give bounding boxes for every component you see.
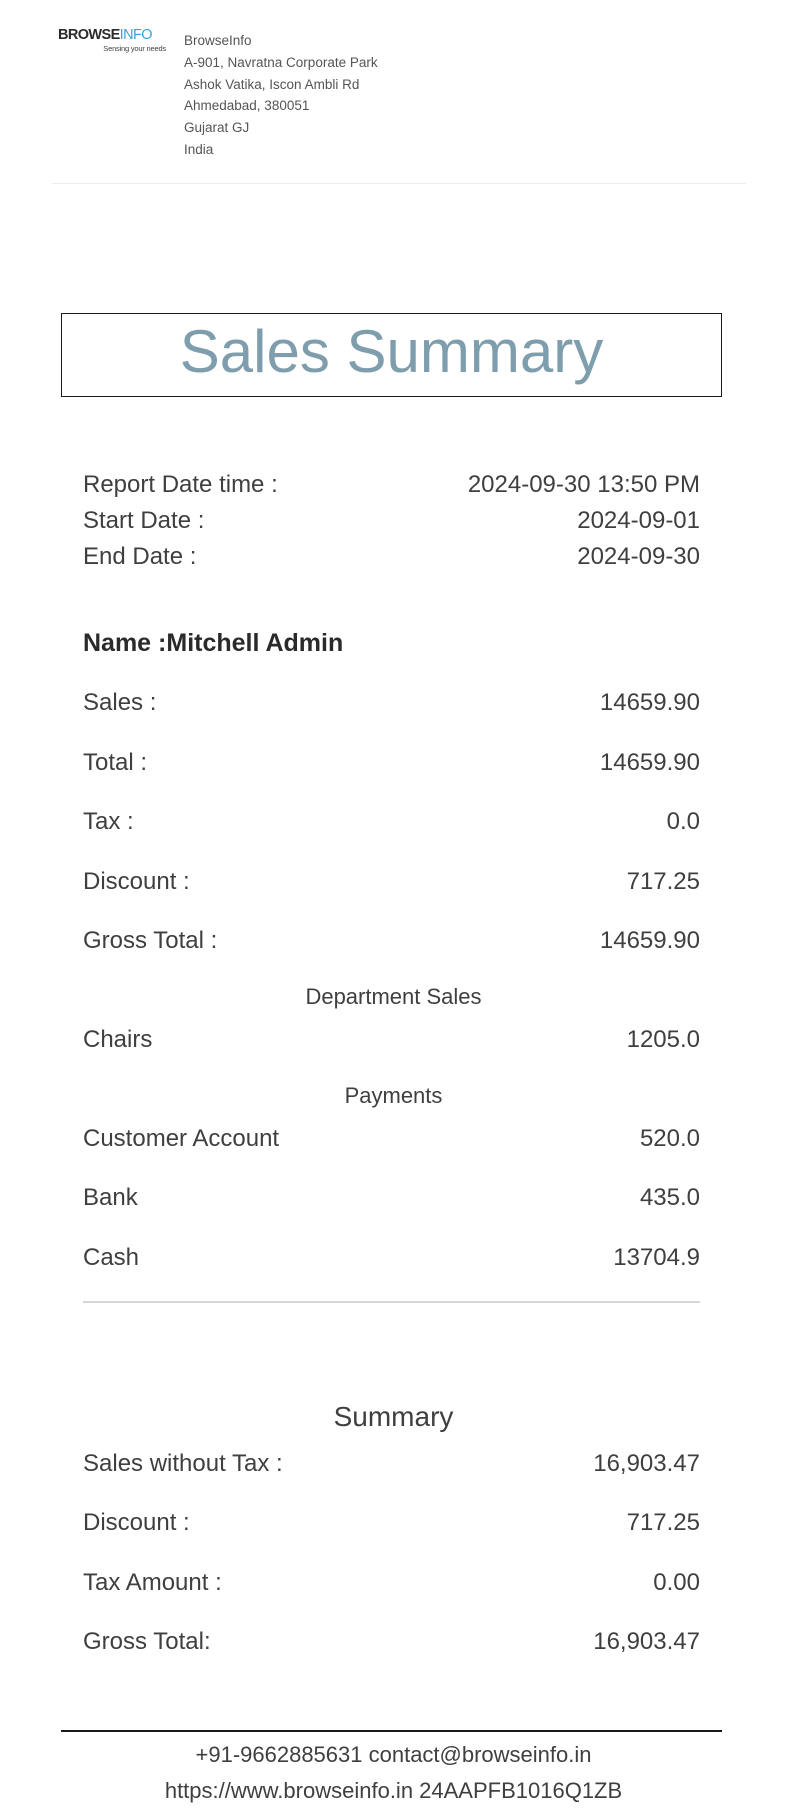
- user-name-label: Name :: [83, 629, 167, 657]
- payment-value: 13704.9: [613, 1244, 700, 1271]
- end-date-value: 2024-09-30: [577, 543, 700, 570]
- department-value: 1205.0: [626, 1026, 700, 1053]
- summary-row: Discount : 717.25: [83, 1508, 700, 1538]
- logo-text-main: BROWSE: [58, 27, 120, 43]
- total-label: Sales :: [83, 689, 157, 716]
- footer-divider: [61, 1730, 722, 1732]
- report-datetime-label: Report Date time :: [83, 471, 278, 498]
- end-date-row: End Date : 2024-09-30: [83, 542, 700, 572]
- end-date-label: End Date :: [83, 543, 197, 570]
- summary-label: Tax Amount :: [83, 1569, 222, 1596]
- company-header: BROWSEINFO Sensing your needs BrowseInfo…: [0, 0, 787, 184]
- logo-text-accent: INFO: [119, 27, 153, 43]
- report-title-box: Sales Summary: [61, 313, 722, 397]
- payment-row: Cash 13704.9: [83, 1243, 700, 1273]
- address-line: A-901, Navratna Corporate Park: [184, 54, 378, 70]
- footer-website: https://www.browseinfo.in 24AAPFB1016Q1Z…: [164, 1778, 623, 1803]
- start-date-value: 2024-09-01: [577, 507, 700, 534]
- total-value: 0.0: [666, 808, 700, 835]
- total-value: 14659.90: [599, 927, 700, 954]
- summary-row: Tax Amount : 0.00: [83, 1568, 700, 1598]
- total-value: 14659.90: [599, 689, 700, 716]
- start-date-row: Start Date : 2024-09-01: [83, 506, 700, 536]
- total-row: Discount : 717.25: [83, 867, 700, 897]
- total-row: Tax : 0.0: [83, 807, 700, 837]
- total-label: Tax :: [83, 808, 134, 835]
- department-row: Chairs 1205.0: [83, 1025, 700, 1055]
- start-date-label: Start Date :: [83, 507, 205, 534]
- payment-row: Customer Account 520.0: [83, 1124, 700, 1154]
- summary-value: 0.00: [653, 1569, 700, 1596]
- summary-label: Sales without Tax :: [83, 1450, 283, 1477]
- payment-label: Customer Account: [83, 1125, 280, 1152]
- header-divider: [52, 183, 746, 184]
- summary-value: 16,903.47: [593, 1628, 700, 1655]
- payment-value: 520.0: [639, 1125, 700, 1152]
- report-datetime-row: Report Date time : 2024-09-30 13:50 PM: [83, 470, 700, 500]
- company-address: BrowseInfo A-901, Navratna Corporate Par…: [184, 30, 378, 161]
- total-label: Total :: [83, 749, 148, 776]
- total-row: Gross Total : 14659.90: [83, 926, 700, 956]
- payment-label: Bank: [83, 1184, 138, 1211]
- total-row: Total : 14659.90: [83, 748, 700, 778]
- summary-label: Gross Total:: [83, 1628, 211, 1655]
- address-line: Gujarat GJ: [184, 120, 250, 136]
- footer-contact: +91-9662885631 contact@browseinfo.in: [195, 1742, 592, 1767]
- report-datetime-value: 2024-09-30 13:50 PM: [467, 471, 700, 498]
- address-line: Ahmedabad, 380051: [184, 98, 310, 114]
- logo-tagline: Sensing your needs: [103, 44, 166, 53]
- summary-row: Gross Total: 16,903.47: [83, 1627, 700, 1657]
- total-value: 14659.90: [599, 749, 700, 776]
- company-logo: BROWSEINFO Sensing your needs: [58, 27, 166, 53]
- total-value: 717.25: [626, 868, 700, 895]
- summary-value: 717.25: [626, 1509, 700, 1536]
- summary-row: Sales without Tax : 16,903.47: [83, 1449, 700, 1479]
- address-line: Ashok Vatika, Iscon Ambli Rd: [184, 76, 360, 92]
- total-row: Sales : 14659.90: [83, 688, 700, 718]
- user-name-line: Name :Mitchell Admin: [83, 628, 343, 658]
- payment-label: Cash: [83, 1244, 140, 1271]
- summary-heading: Summary: [333, 1401, 454, 1432]
- department-label: Chairs: [83, 1026, 153, 1053]
- address-line: India: [184, 141, 214, 157]
- company-name: BrowseInfo: [184, 33, 252, 48]
- summary-label: Discount :: [83, 1509, 190, 1536]
- department-sales-heading: Department Sales: [305, 984, 482, 1009]
- section-divider: [83, 1301, 700, 1303]
- payment-value: 435.0: [639, 1184, 700, 1211]
- payments-heading: Payments: [344, 1083, 443, 1108]
- payment-row: Bank 435.0: [83, 1183, 700, 1213]
- user-name-value: Mitchell Admin: [166, 629, 344, 657]
- summary-value: 16,903.47: [593, 1450, 700, 1477]
- total-label: Gross Total :: [83, 927, 218, 954]
- total-label: Discount :: [83, 868, 190, 895]
- report-title: Sales Summary: [179, 318, 604, 385]
